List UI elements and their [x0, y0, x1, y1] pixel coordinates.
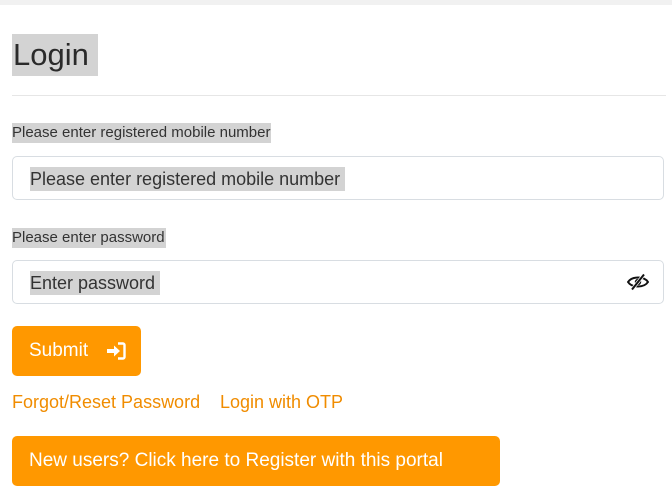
register-label: New users? Click here to Register with t…	[29, 450, 443, 471]
login-otp-link[interactable]: Login with OTP	[220, 391, 343, 413]
top-bar	[0, 0, 672, 5]
submit-label: Submit	[29, 340, 89, 361]
mobile-placeholder: Please enter registered mobile number	[30, 167, 346, 191]
register-button[interactable]: New users? Click here to Register with t…	[12, 436, 500, 486]
password-placeholder: Enter password	[30, 271, 161, 295]
title-divider	[12, 95, 666, 96]
submit-button[interactable]: Submit	[12, 326, 141, 376]
password-input[interactable]: Enter password	[12, 260, 664, 304]
page-title: Login	[12, 34, 98, 76]
eye-slash-icon[interactable]	[627, 273, 649, 291]
mobile-input[interactable]: Please enter registered mobile number	[12, 156, 664, 200]
forgot-password-link[interactable]: Forgot/Reset Password	[12, 391, 200, 413]
password-label: Please enter password	[12, 228, 166, 248]
sign-in-icon	[107, 342, 126, 360]
mobile-label: Please enter registered mobile number	[12, 123, 272, 143]
